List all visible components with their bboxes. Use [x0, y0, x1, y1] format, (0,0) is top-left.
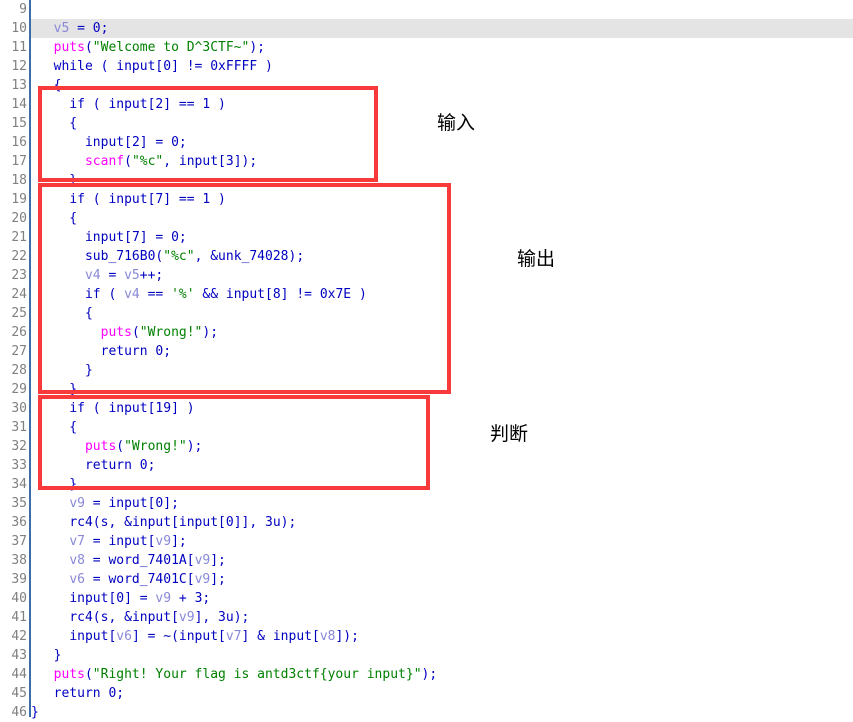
code-line-text: while ( input[0] != 0xFFFF ) [53, 59, 273, 74]
code-line-text: puts("Welcome to D^3CTF~"); [53, 40, 265, 55]
pseudocode-decompiler-view[interactable]: 9 10 11 12 13 14 15 16 17 18 19 20 21 22 23 24 25 26 27 28 2… [0, 0, 853, 720]
line-number: 39 [11, 572, 27, 587]
code-line[interactable]: input[v6] = ~(input[v7] & input[v8]); [0, 627, 853, 646]
code-line[interactable]: if ( input[19] ) [0, 399, 853, 418]
code-line-text: if ( input[2] == 1 ) [69, 97, 226, 112]
line-number: 15 [11, 116, 27, 131]
code-line[interactable]: return 0; [0, 456, 853, 475]
line-number: 36 [11, 515, 27, 530]
line-number: 34 [11, 477, 27, 492]
line-number: 45 [11, 686, 27, 701]
line-number: 26 [11, 325, 27, 340]
code-line[interactable]: } [0, 171, 853, 190]
code-line[interactable]: v4 = v5++; [0, 266, 853, 285]
annotation-check: 判断 [490, 423, 529, 445]
line-number: 37 [11, 534, 27, 549]
code-line-text: v6 = word_7401C[v9]; [69, 572, 226, 587]
code-line[interactable]: while ( input[0] != 0xFFFF ) [0, 57, 853, 76]
line-number: 42 [11, 629, 27, 644]
line-number: 35 [11, 496, 27, 511]
code-line[interactable]: { [0, 209, 853, 228]
code-line[interactable]: v9 = input[0]; [0, 494, 853, 513]
line-number: 31 [11, 420, 27, 435]
line-number: 19 [11, 192, 27, 207]
line-number: 21 [11, 230, 27, 245]
code-line-text: v8 = word_7401A[v9]; [69, 553, 226, 568]
code-line[interactable]: input[2] = 0; [0, 133, 853, 152]
line-number: 40 [11, 591, 27, 606]
code-line-text: if ( input[7] == 1 ) [69, 192, 226, 207]
line-number: 38 [11, 553, 27, 568]
code-line[interactable]: { [0, 114, 853, 133]
line-number: 22 [11, 249, 27, 264]
line-number: 11 [11, 40, 27, 55]
code-line[interactable]: sub_716B0("%c", &unk_74028); [0, 247, 853, 266]
code-line[interactable]: if ( v4 == '%' && input[8] != 0x7E ) [0, 285, 853, 304]
line-number: 25 [11, 306, 27, 321]
line-number: 14 [11, 97, 27, 112]
code-line[interactable]: return 0; [0, 684, 853, 703]
code-line[interactable]: } [0, 361, 853, 380]
code-line[interactable]: puts("Welcome to D^3CTF~"); [0, 38, 853, 57]
line-number: 12 [11, 59, 27, 74]
code-line[interactable]: puts("Wrong!"); [0, 437, 853, 456]
code-line[interactable]: return 0; [0, 342, 853, 361]
code-text-area[interactable]: v5 = 0; puts("Welcome to D^3CTF~"); whil… [0, 0, 853, 720]
code-line-text: sub_716B0("%c", &unk_74028); [84, 249, 305, 264]
line-number: 13 [11, 78, 27, 93]
code-line-text: input[v6] = ~(input[v7] & input[v8]); [69, 629, 359, 644]
code-line[interactable]: } [0, 646, 853, 665]
code-line[interactable]: rc4(s, &input[v9], 3u); [0, 608, 853, 627]
line-number: 18 [11, 173, 27, 188]
code-line-text: rc4(s, &input[v9], 3u); [69, 610, 250, 625]
code-line[interactable]: input[0] = v9 + 3; [0, 589, 853, 608]
line-number: 9 [19, 2, 27, 17]
code-line-text: scanf("%c", input[3]); [84, 154, 258, 169]
code-line[interactable]: v8 = word_7401A[v9]; [0, 551, 853, 570]
line-number: 24 [11, 287, 27, 302]
code-line[interactable]: if ( input[2] == 1 ) [0, 95, 853, 114]
code-line[interactable]: if ( input[7] == 1 ) [0, 190, 853, 209]
line-number-list: 9 10 11 12 13 14 15 16 17 18 19 20 21 22 23 24 25 26 27 28 2… [0, 0, 31, 720]
line-number: 33 [11, 458, 27, 473]
code-line[interactable]: input[7] = 0; [0, 228, 853, 247]
code-line-text: rc4(s, &input[input[0]], 3u); [69, 515, 297, 530]
code-line[interactable]: v7 = input[v9]; [0, 532, 853, 551]
code-line[interactable]: puts("Right! Your flag is antd3ctf{your … [0, 665, 853, 684]
line-number: 28 [11, 363, 27, 378]
line-number: 17 [11, 154, 27, 169]
line-number: 20 [11, 211, 27, 226]
code-line-text: puts("Right! Your flag is antd3ctf{your … [53, 667, 438, 682]
code-line[interactable]: { [0, 76, 853, 95]
line-number: 43 [11, 648, 27, 663]
code-line[interactable]: } [0, 703, 853, 722]
line-number: 44 [11, 667, 27, 682]
code-line[interactable]: { [0, 418, 853, 437]
code-line[interactable]: } [0, 380, 853, 399]
code-line-text: puts("Wrong!"); [100, 325, 219, 340]
code-line[interactable]: } [0, 475, 853, 494]
code-line-text: if ( v4 == '%' && input[8] != 0x7E ) [84, 287, 367, 302]
line-number: 16 [11, 135, 27, 150]
annotation-output: 输出 [517, 248, 556, 270]
code-line[interactable]: v5 = 0; [0, 19, 853, 38]
annotation-input: 输入 [437, 112, 476, 134]
code-line[interactable]: v6 = word_7401C[v9]; [0, 570, 853, 589]
code-line[interactable] [0, 0, 853, 19]
code-line-text: input[0] = v9 + 3; [69, 591, 211, 606]
code-line[interactable]: scanf("%c", input[3]); [0, 152, 853, 171]
line-number: 41 [11, 610, 27, 625]
line-number: 29 [11, 382, 27, 397]
line-number: 46 [11, 705, 27, 720]
line-number: 23 [11, 268, 27, 283]
code-line[interactable]: puts("Wrong!"); [0, 323, 853, 342]
line-number: 27 [11, 344, 27, 359]
line-number: 30 [11, 401, 27, 416]
line-number: 32 [11, 439, 27, 454]
code-line[interactable]: rc4(s, &input[input[0]], 3u); [0, 513, 853, 532]
code-line[interactable]: { [0, 304, 853, 323]
line-number: 10 [11, 21, 27, 36]
